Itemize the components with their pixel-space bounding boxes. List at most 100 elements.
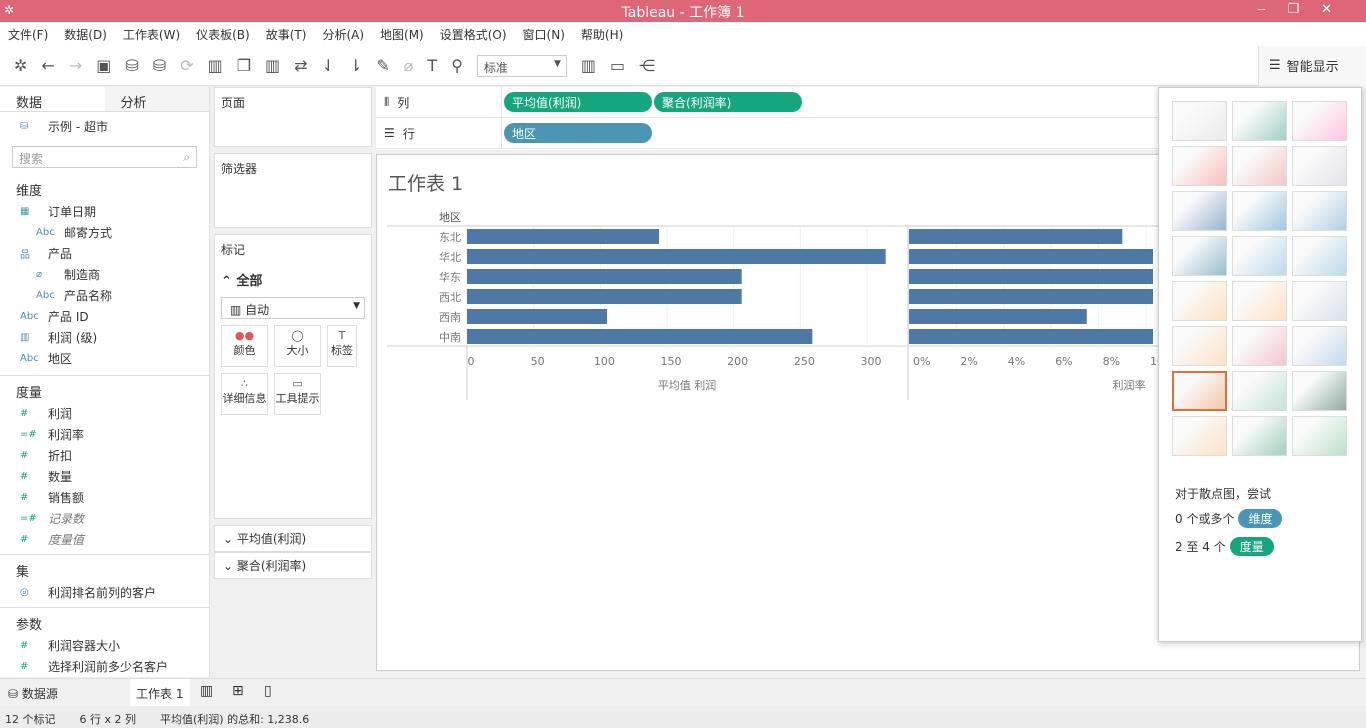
measure-item[interactable]: # 销售额 (0, 487, 209, 508)
measure-item[interactable]: # 度量值 (0, 529, 209, 550)
marks-all[interactable]: ⌃ 全部 (221, 270, 365, 289)
tab-analysis[interactable]: 分析 (104, 87, 209, 111)
chart-type-thumbnail[interactable] (1172, 281, 1227, 321)
pause-icon[interactable]: ⛁ (153, 56, 166, 75)
menu-item[interactable]: 工作表(W) (123, 26, 180, 43)
highlight-icon[interactable]: ✎ (376, 56, 389, 75)
chart-type-thumbnail[interactable] (1292, 191, 1347, 231)
marks-sub-profit[interactable]: ⌄ 平均值(利润) (214, 525, 372, 552)
measure-item[interactable]: # 利润 (0, 403, 209, 424)
search-input[interactable]: 搜索 ⌕ (12, 146, 197, 168)
new-datasource-icon[interactable]: ⛁ (125, 56, 138, 75)
group-icon[interactable]: ⌀ (404, 56, 414, 75)
bar[interactable] (909, 289, 1153, 304)
dimension-item[interactable]: Abc 产品 ID (0, 306, 209, 327)
color-button[interactable]: ●● 颜色 (221, 325, 268, 367)
dimension-item[interactable]: ▥ 利润 (级) (0, 327, 209, 348)
bar[interactable] (909, 229, 1123, 244)
share-icon[interactable]: ⋲ (639, 56, 655, 75)
new-worksheet-icon[interactable]: ▥ (200, 683, 213, 699)
rows-shelf[interactable]: ☰ 行 地区 (376, 118, 1158, 149)
bar[interactable] (467, 249, 886, 264)
dimension-item[interactable]: Abc 地区 (0, 348, 209, 369)
measure-item[interactable]: # 数量 (0, 466, 209, 487)
chart-type-thumbnail[interactable] (1232, 101, 1287, 141)
menu-item[interactable]: 文件(F) (8, 26, 48, 43)
tab-datasource[interactable]: ⛁ 数据源 (8, 685, 58, 702)
dimension-item[interactable]: Abc 邮寄方式 (0, 222, 209, 243)
chart-type-thumbnail[interactable] (1292, 101, 1347, 141)
swap-icon[interactable]: ⇄ (294, 56, 307, 75)
filters-card[interactable]: 筛选器 (214, 153, 372, 228)
label-icon[interactable]: T (427, 56, 437, 75)
chart-type-thumbnail[interactable] (1232, 236, 1287, 276)
bar[interactable] (467, 329, 813, 344)
dimension-item[interactable]: ▦ 订单日期 (0, 201, 209, 222)
chart-type-thumbnail[interactable] (1172, 326, 1227, 366)
bar[interactable] (467, 229, 659, 244)
menu-item[interactable]: 设置格式(O) (440, 26, 507, 43)
pill-profit-rate[interactable]: 聚合(利润率) (654, 92, 802, 112)
tooltip-button[interactable]: ▭ 工具提示 (274, 373, 321, 415)
tab-data[interactable]: 数据 (0, 87, 105, 111)
new-story-icon[interactable]: ▯ (264, 683, 272, 699)
window-controls[interactable]: ‒❐✕ (1257, 2, 1354, 17)
bar[interactable] (467, 269, 742, 284)
sort-desc-icon[interactable]: ⇂ (349, 56, 362, 75)
chart-type-thumbnail[interactable] (1292, 146, 1347, 186)
chart-type-thumbnail[interactable] (1232, 326, 1287, 366)
show-me-button[interactable]: ☰ 智能显示 (1258, 45, 1366, 86)
menu-item[interactable]: 分析(A) (322, 26, 364, 43)
presentation-icon[interactable]: ▭ (610, 56, 625, 75)
pill-avg-profit[interactable]: 平均值(利润) (504, 92, 652, 112)
menu-item[interactable]: 地图(M) (380, 26, 424, 43)
chart-type-thumbnail[interactable] (1172, 416, 1227, 456)
sort-asc-icon[interactable]: ⇃ (322, 56, 335, 75)
duplicate-icon[interactable]: ❐ (237, 56, 251, 75)
tab-sheet1[interactable]: 工作表 1 (130, 679, 190, 707)
set-item[interactable]: ◎ 利润排名前列的客户 (0, 582, 209, 603)
measure-item[interactable]: # 折扣 (0, 445, 209, 466)
chart-type-thumbnail[interactable] (1232, 416, 1287, 456)
chart-type-thumbnail[interactable] (1232, 371, 1287, 411)
clear-icon[interactable]: ▥ (265, 56, 280, 75)
measure-item[interactable]: =# 记录数 (0, 508, 209, 529)
dimension-item[interactable]: ⌀ 制造商 (0, 264, 209, 285)
redo-icon[interactable]: → (69, 56, 82, 75)
dimension-item[interactable]: Abc 产品名称 (0, 285, 209, 306)
pin-icon[interactable]: ⚲ (451, 56, 463, 75)
chart-type-thumbnail[interactable] (1292, 326, 1347, 366)
menu-item[interactable]: 故事(T) (266, 26, 307, 43)
bar[interactable] (467, 309, 607, 324)
undo-icon[interactable]: ← (41, 56, 54, 75)
chart-icon[interactable]: ▥ (581, 56, 596, 75)
chart-type-thumbnail[interactable] (1292, 281, 1347, 321)
bar[interactable] (467, 289, 742, 304)
marks-sub-rate[interactable]: ⌄ 聚合(利润率) (214, 552, 372, 579)
chart-type-thumbnail[interactable] (1172, 146, 1227, 186)
fit-select[interactable]: 标准 ▼ (476, 54, 567, 77)
label-button[interactable]: T 标签 (327, 325, 357, 367)
size-button[interactable]: ◯ 大小 (274, 325, 321, 367)
chart-type-thumbnail[interactable] (1292, 236, 1347, 276)
bar[interactable] (909, 269, 1153, 284)
chart-type-thumbnail[interactable] (1232, 146, 1287, 186)
chart-type-thumbnail[interactable] (1232, 191, 1287, 231)
chart-type-thumbnail[interactable] (1292, 371, 1347, 411)
menu-item[interactable]: 窗口(N) (523, 26, 565, 43)
chart-type-thumbnail[interactable] (1172, 371, 1227, 411)
menu-item[interactable]: 数据(D) (64, 26, 107, 43)
refresh-icon[interactable]: ⟳ (180, 56, 193, 75)
param-item[interactable]: # 选择利润前多少名客户 (0, 656, 209, 677)
new-dashboard-icon[interactable]: ⊞ (232, 683, 244, 699)
tableau-icon[interactable]: ✲ (14, 56, 27, 75)
param-item[interactable]: # 利润容器大小 (0, 635, 209, 656)
bar[interactable] (909, 329, 1153, 344)
mark-type-select[interactable]: ▥ 自动 ▼ (221, 297, 365, 319)
dimension-item[interactable]: 品 产品 (0, 243, 209, 264)
chart-type-thumbnail[interactable] (1232, 281, 1287, 321)
save-icon[interactable]: ▣ (96, 56, 111, 75)
chart-type-thumbnail[interactable] (1172, 191, 1227, 231)
chart-type-thumbnail[interactable] (1292, 416, 1347, 456)
columns-shelf[interactable]: ⦀ 列 平均值(利润) 聚合(利润率) (376, 87, 1158, 118)
